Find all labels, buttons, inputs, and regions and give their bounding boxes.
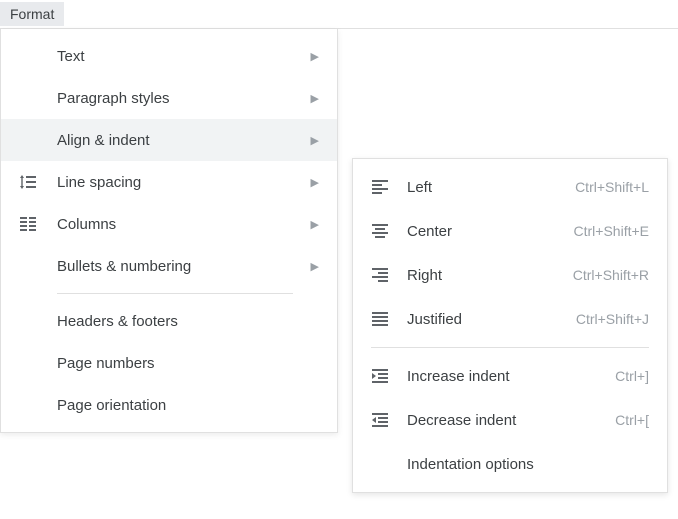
chevron-right-icon: ▶ [311,134,319,147]
submenu-item-align-center[interactable]: Center Ctrl+Shift+E [353,209,667,253]
menu-item-headers-footers[interactable]: Headers & footers [1,300,337,342]
format-menu: Text ▶ Paragraph styles ▶ Align & indent… [0,29,338,433]
menu-item-columns[interactable]: Columns ▶ [1,203,337,245]
menu-label: Text [39,48,311,65]
align-indent-submenu: Left Ctrl+Shift+L Center Ctrl+Shift+E Ri… [352,158,668,493]
submenu-item-decrease-indent[interactable]: Decrease indent Ctrl+[ [353,398,667,442]
chevron-right-icon: ▶ [311,260,319,273]
submenu-item-align-justified[interactable]: Justified Ctrl+Shift+J [353,297,667,341]
chevron-right-icon: ▶ [311,50,319,63]
submenu-label: Justified [391,311,576,328]
menu-label: Columns [39,216,311,233]
submenu-item-align-left[interactable]: Left Ctrl+Shift+L [353,165,667,209]
align-center-icon [369,222,391,240]
submenu-label: Increase indent [391,368,615,385]
align-right-icon [369,266,391,284]
align-justified-icon [369,310,391,328]
increase-indent-icon [369,367,391,385]
submenu-divider [371,347,649,348]
menu-item-align-indent[interactable]: Align & indent ▶ [1,119,337,161]
menu-item-page-numbers[interactable]: Page numbers [1,342,337,384]
chevron-right-icon: ▶ [311,218,319,231]
menu-item-page-orientation[interactable]: Page orientation [1,384,337,426]
menubar: Format [0,0,678,29]
menu-label: Align & indent [39,132,311,149]
submenu-label: Decrease indent [391,412,615,429]
decrease-indent-icon [369,411,391,429]
menu-label: Page orientation [39,397,319,414]
menu-item-paragraph-styles[interactable]: Paragraph styles ▶ [1,77,337,119]
menu-label: Bullets & numbering [39,258,311,275]
submenu-shortcut: Ctrl+[ [615,412,649,428]
menu-item-text[interactable]: Text ▶ [1,35,337,77]
submenu-item-increase-indent[interactable]: Increase indent Ctrl+] [353,354,667,398]
submenu-shortcut: Ctrl+] [615,368,649,384]
line-spacing-icon [17,173,39,191]
menu-item-bullets-numbering[interactable]: Bullets & numbering ▶ [1,245,337,287]
menubar-item-format[interactable]: Format [0,2,64,26]
submenu-item-align-right[interactable]: Right Ctrl+Shift+R [353,253,667,297]
submenu-label: Center [391,223,574,240]
submenu-shortcut: Ctrl+Shift+E [574,223,649,239]
submenu-label: Left [391,179,575,196]
menu-label: Line spacing [39,174,311,191]
submenu-shortcut: Ctrl+Shift+R [573,267,649,283]
columns-icon [17,215,39,233]
submenu-shortcut: Ctrl+Shift+J [576,311,649,327]
menu-item-line-spacing[interactable]: Line spacing ▶ [1,161,337,203]
align-left-icon [369,178,391,196]
menu-label: Headers & footers [39,313,319,330]
submenu-item-indentation-options[interactable]: Indentation options [353,442,667,486]
menu-divider [57,293,293,294]
submenu-shortcut: Ctrl+Shift+L [575,179,649,195]
submenu-label: Right [391,267,573,284]
chevron-right-icon: ▶ [311,92,319,105]
menu-label: Page numbers [39,355,319,372]
menu-label: Paragraph styles [39,90,311,107]
submenu-label: Indentation options [391,456,649,473]
chevron-right-icon: ▶ [311,176,319,189]
